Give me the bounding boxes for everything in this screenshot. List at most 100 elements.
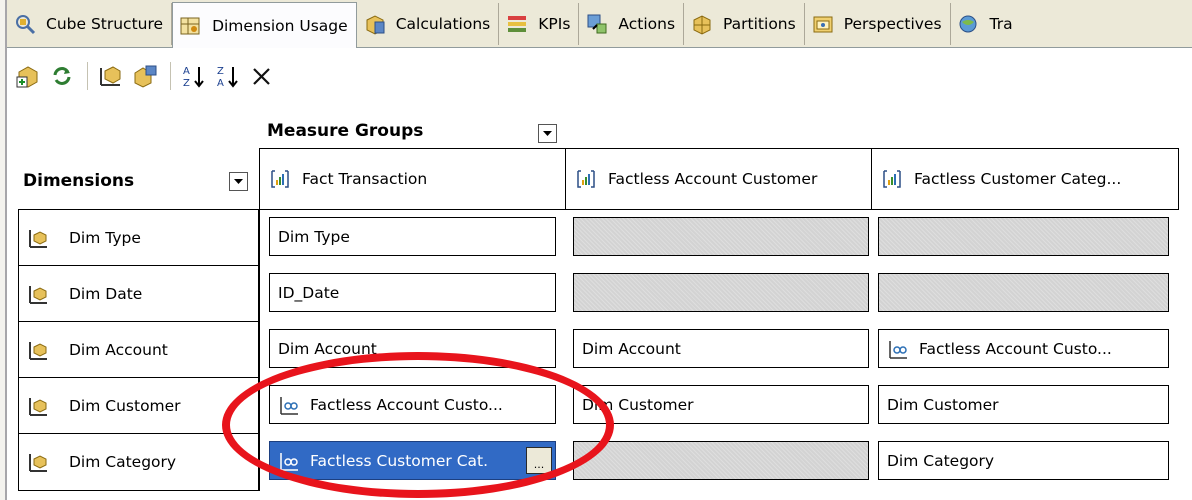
- measure-group-header[interactable]: Factless Customer Categ...: [872, 149, 1178, 209]
- measure-groups-dropdown-button[interactable]: [538, 124, 557, 143]
- designer-tab-strip: Cube Structure Dimension Usage Calculati…: [7, 0, 1192, 48]
- add-cube-dimension-button[interactable]: [13, 61, 43, 91]
- cube-dimension-icon: [29, 341, 47, 360]
- show-all-dimensions-button[interactable]: [130, 61, 160, 91]
- delete-button[interactable]: [247, 61, 277, 91]
- many-to-many-icon: [889, 340, 907, 359]
- relationship-text: Factless Account Custo...: [919, 339, 1112, 358]
- cube-dimension-icon: [29, 285, 47, 304]
- measure-group-icon: [271, 170, 289, 188]
- relationship-text: ID_Date: [278, 283, 340, 302]
- refresh-button[interactable]: [47, 61, 77, 91]
- relationship-text: Factless Customer Cat.: [310, 451, 489, 470]
- tab-label: Actions: [618, 15, 676, 33]
- dimension-name: Dim Category: [69, 453, 177, 471]
- toolbar-separator: [87, 62, 88, 90]
- dimension-name: Dim Date: [69, 284, 143, 303]
- relationship-cell-empty[interactable]: [573, 441, 869, 480]
- dimensions-column: Dim Type Dim Date Dim Account Dim Custom…: [18, 209, 260, 491]
- many-to-many-icon: [280, 396, 298, 415]
- tab-dimension-usage[interactable]: Dimension Usage: [172, 2, 357, 48]
- svg-text:Z: Z: [183, 78, 190, 89]
- tab-perspectives[interactable]: Perspectives: [805, 3, 951, 45]
- relationship-cell[interactable]: Dim Customer: [573, 385, 869, 424]
- measure-group-header-row: Fact Transaction Factless Account Custom…: [259, 148, 1179, 210]
- translations-icon: [959, 15, 977, 33]
- relationship-cell[interactable]: Dim Customer: [878, 385, 1169, 424]
- relationship-cell[interactable]: Dim Category: [878, 441, 1169, 480]
- relationship-cell-empty[interactable]: [573, 273, 869, 312]
- tab-label: Cube Structure: [46, 15, 164, 33]
- show-all-icon: [134, 65, 157, 88]
- dimension-row[interactable]: Dim Customer: [19, 378, 258, 434]
- measure-group-name: Factless Customer Categ...: [914, 170, 1122, 188]
- relationship-text: Dim Category: [887, 451, 995, 470]
- cube-dimension-icon: [29, 229, 47, 248]
- relationship-cell-many-to-many[interactable]: Factless Account Custo...: [269, 385, 556, 424]
- define-relationship-ellipsis-button[interactable]: ...: [526, 447, 552, 474]
- measure-group-header[interactable]: Factless Account Customer: [566, 149, 872, 209]
- relationship-text: Dim Account: [278, 339, 377, 358]
- tab-partitions[interactable]: Partitions: [684, 3, 805, 45]
- many-to-many-icon: [280, 452, 298, 471]
- relationship-cell[interactable]: ID_Date: [269, 273, 556, 312]
- dimension-row[interactable]: Dim Date: [19, 266, 258, 322]
- relationship-cell-selected[interactable]: Factless Customer Cat. ...: [269, 441, 556, 480]
- relationship-cell[interactable]: Dim Account: [269, 329, 556, 368]
- relationship-cell-empty[interactable]: [573, 217, 869, 256]
- measure-group-icon: [577, 170, 595, 188]
- svg-text:Z: Z: [217, 66, 224, 77]
- calculations-icon: [366, 15, 385, 35]
- measure-group-header[interactable]: Fact Transaction: [260, 149, 566, 209]
- relationship-cell-empty[interactable]: [878, 217, 1169, 256]
- left-panel-edge: [0, 0, 7, 500]
- relationship-cell[interactable]: Dim Account: [573, 329, 869, 368]
- relationship-text: Factless Account Custo...: [310, 395, 503, 414]
- dimension-name: Dim Customer: [69, 396, 181, 415]
- dimension-usage-icon: [180, 17, 200, 34]
- perspectives-icon: [813, 16, 833, 33]
- cube-dimension-icon: [29, 397, 47, 416]
- dimension-row[interactable]: Dim Type: [19, 210, 258, 266]
- toolbar-separator: [170, 62, 171, 90]
- dimension-row[interactable]: Dim Account: [19, 322, 258, 378]
- sort-descending-button[interactable]: Z A: [213, 61, 243, 91]
- cube-structure-icon: [16, 15, 36, 35]
- tab-cube-structure[interactable]: Cube Structure: [7, 3, 173, 45]
- dimension-name: Dim Account: [69, 340, 168, 359]
- measure-groups-title: Measure Groups: [267, 121, 424, 141]
- dimensions-title: Dimensions: [23, 171, 135, 191]
- tab-actions[interactable]: Actions: [579, 3, 685, 45]
- chevron-down-icon: [543, 131, 552, 136]
- relationship-text: Dim Type: [278, 227, 350, 246]
- dimension-usage-grid: Measure Groups Dimensions Fact Transacti…: [7, 103, 1192, 500]
- relationship-cell-empty[interactable]: [878, 273, 1169, 312]
- tab-label: Partitions: [723, 15, 796, 33]
- dimension-name: Dim Type: [69, 228, 141, 247]
- measure-group-name: Fact Transaction: [302, 170, 428, 188]
- relationship-cell[interactable]: Dim Type: [269, 217, 556, 256]
- cube-dimension-icon: [29, 454, 47, 472]
- dimension-row[interactable]: Dim Category: [19, 434, 258, 490]
- actions-icon: [587, 14, 607, 34]
- relationship-text: Dim Customer: [887, 395, 999, 414]
- design-relationship-button[interactable]: [96, 61, 126, 91]
- relationship-cell-many-to-many[interactable]: Factless Account Custo...: [878, 329, 1169, 368]
- sort-ascending-icon: A Z: [183, 66, 204, 89]
- svg-text:A: A: [217, 78, 224, 89]
- sort-descending-icon: Z A: [217, 66, 238, 89]
- refresh-icon: [53, 67, 71, 85]
- dimension-usage-toolbar: A Z Z A: [7, 49, 1192, 103]
- measure-group-icon: [883, 170, 901, 188]
- measure-group-name: Factless Account Customer: [608, 170, 818, 188]
- add-cube-dimension-icon: [16, 66, 38, 88]
- partitions-icon: [693, 15, 711, 35]
- tab-kpis[interactable]: KPIs: [499, 3, 580, 45]
- tab-calculations[interactable]: Calculations: [357, 3, 500, 45]
- tab-translations[interactable]: Tra: [951, 3, 1021, 45]
- sort-ascending-button[interactable]: A Z: [179, 61, 209, 91]
- svg-text:A: A: [183, 66, 190, 77]
- delete-icon: [253, 68, 270, 85]
- dimensions-dropdown-button[interactable]: [229, 172, 248, 191]
- design-relationship-icon: [100, 66, 121, 86]
